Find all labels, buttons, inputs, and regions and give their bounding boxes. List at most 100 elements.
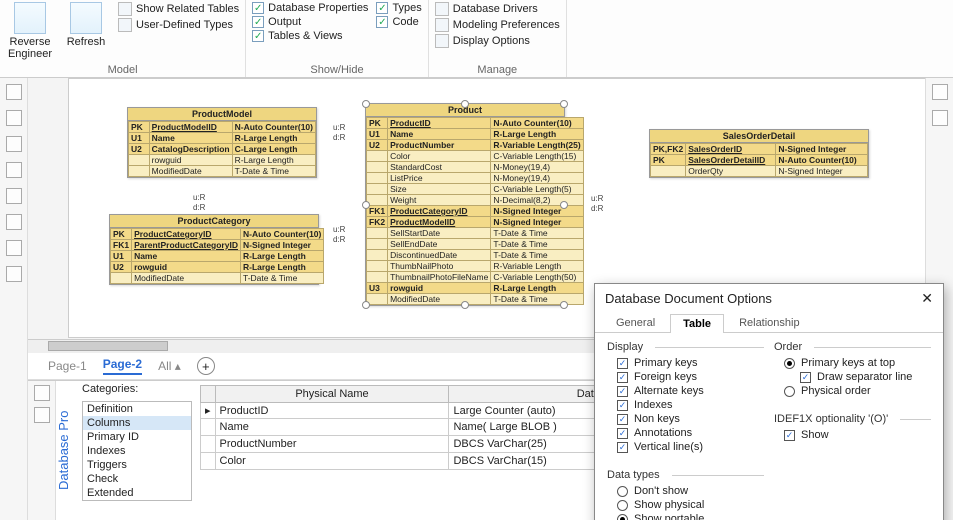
panel-pin-icon[interactable] xyxy=(34,385,50,401)
refresh-button[interactable]: Refresh xyxy=(62,2,110,60)
rail-connector-icon[interactable] xyxy=(6,162,22,178)
legend-datatypes: Data types xyxy=(607,469,764,481)
panel-close-icon[interactable] xyxy=(34,407,50,423)
category-item[interactable]: Extended xyxy=(83,486,191,500)
resize-handle[interactable] xyxy=(362,201,370,209)
check-vertical-line-s-[interactable]: Vertical line(s) xyxy=(617,441,764,453)
entity-productcategory[interactable]: ProductCategory PKProductCategoryIDN-Aut… xyxy=(109,214,319,285)
drivers-icon xyxy=(435,2,449,16)
fieldset-display: Display Primary keys Foreign keys Alternat… xyxy=(607,341,764,463)
show-related-tables-button[interactable]: Show Related Tables xyxy=(118,2,239,16)
tab-page2[interactable]: Page-2 xyxy=(103,357,142,375)
dialog-tabs: General Table Relationship xyxy=(595,313,943,333)
relation-label: d:R xyxy=(591,204,603,213)
entity-columns: PK,FK2SalesOrderIDN-Signed IntegerPKSale… xyxy=(650,143,868,177)
database-document-options-dialog: Database Document Options ✕ General Tabl… xyxy=(594,283,944,520)
check-idef-show[interactable]: Show xyxy=(784,429,931,441)
check-separator[interactable]: Draw separator line xyxy=(800,371,931,383)
check-non-keys[interactable]: Non keys xyxy=(617,413,764,425)
check-annotations[interactable]: Annotations xyxy=(617,427,764,439)
toggle-db-properties[interactable]: ✓Database Properties xyxy=(252,2,368,14)
ribbon-group-manage: Database Drivers Modeling Preferences Di… xyxy=(429,0,567,77)
relation-label: d:R xyxy=(333,235,345,244)
database-drivers-button[interactable]: Database Drivers xyxy=(435,2,560,16)
radio-dont-show[interactable]: Don't show xyxy=(617,485,764,497)
check-alternate-keys[interactable]: Alternate keys xyxy=(617,385,764,397)
tab-table[interactable]: Table xyxy=(670,314,724,333)
resize-handle[interactable] xyxy=(461,301,469,309)
ribbon-group-showhide: ✓Database Properties ✓Output ✓Tables & V… xyxy=(246,0,429,77)
add-page-button[interactable]: + xyxy=(197,357,215,375)
toggle-tables-views[interactable]: ✓Tables & Views xyxy=(252,30,368,42)
radio-show-portable[interactable]: Show portable xyxy=(617,513,764,520)
relation-label: u:R xyxy=(333,123,345,132)
resize-handle[interactable] xyxy=(560,100,568,108)
relation-label: d:R xyxy=(333,133,345,142)
toggle-types[interactable]: ✓Types xyxy=(376,2,421,14)
rail-properties-icon[interactable] xyxy=(932,110,948,126)
resize-handle[interactable] xyxy=(560,201,568,209)
radio-physical-order[interactable]: Physical order xyxy=(784,385,931,397)
entity-productmodel[interactable]: ProductModel PKProductModelIDN-Auto Coun… xyxy=(127,107,317,178)
check-foreign-keys[interactable]: Foreign keys xyxy=(617,371,764,383)
check-indexes[interactable]: Indexes xyxy=(617,399,764,411)
rail-note-icon[interactable] xyxy=(6,214,22,230)
checkbox-icon: ✓ xyxy=(376,16,388,28)
reverse-engineer-button[interactable]: Reverse Engineer xyxy=(6,2,54,60)
modeling-preferences-button[interactable]: Modeling Preferences xyxy=(435,18,560,32)
category-item[interactable]: Indexes xyxy=(83,444,191,458)
category-item[interactable]: Definition xyxy=(83,402,191,416)
legend-display: Display xyxy=(607,341,764,353)
rail-layers-icon[interactable] xyxy=(6,110,22,126)
reverse-engineer-icon xyxy=(14,2,46,34)
display-options-button[interactable]: Display Options xyxy=(435,34,560,48)
category-item[interactable]: Columns xyxy=(83,416,191,430)
radio-icon xyxy=(617,500,628,511)
category-item[interactable]: Check xyxy=(83,472,191,486)
rail-shapes-icon[interactable] xyxy=(6,84,22,100)
category-item[interactable]: Primary ID xyxy=(83,430,191,444)
entity-columns: PKProductModelIDN-Auto Counter(10)U1Name… xyxy=(128,121,316,177)
entity-salesorderdetail[interactable]: SalesOrderDetail PK,FK2SalesOrderIDN-Sig… xyxy=(649,129,869,178)
left-tool-rail xyxy=(0,78,28,520)
rail-entity-icon[interactable] xyxy=(6,136,22,152)
radio-icon xyxy=(784,358,795,369)
entity-title: ProductModel xyxy=(128,108,316,121)
related-tables-icon xyxy=(118,2,132,16)
checkbox-icon xyxy=(617,442,628,453)
rail-hand-icon[interactable] xyxy=(6,266,22,282)
tab-relationship[interactable]: Relationship xyxy=(726,313,813,332)
relation-label: u:R xyxy=(193,193,205,202)
resize-handle[interactable] xyxy=(560,301,568,309)
resize-handle[interactable] xyxy=(362,301,370,309)
checkbox-icon xyxy=(800,372,811,383)
close-button[interactable]: ✕ xyxy=(921,290,933,307)
user-types-icon xyxy=(118,18,132,32)
tab-all[interactable]: All ▴ xyxy=(158,359,181,373)
category-item[interactable]: Triggers xyxy=(83,458,191,472)
entity-columns: PKProductIDN-Auto Counter(10)U1NameR-Lar… xyxy=(366,117,584,305)
rail-expand-icon[interactable] xyxy=(932,84,948,100)
radio-pk-top[interactable]: Primary keys at top xyxy=(784,357,931,369)
scroll-thumb[interactable] xyxy=(48,341,168,351)
resize-handle[interactable] xyxy=(362,100,370,108)
radio-show-physical[interactable]: Show physical xyxy=(617,499,764,511)
rail-zoom-icon[interactable] xyxy=(6,240,22,256)
tab-general[interactable]: General xyxy=(603,313,668,332)
resize-handle[interactable] xyxy=(461,100,469,108)
entity-product[interactable]: Product PKProductIDN-Auto Counter(10)U1N… xyxy=(365,103,565,306)
relation-label: u:R xyxy=(333,225,345,234)
radio-icon xyxy=(617,514,628,520)
rail-view-icon[interactable] xyxy=(6,188,22,204)
toggle-code[interactable]: ✓Code xyxy=(376,16,421,28)
panel-title: Database Pro xyxy=(56,381,78,520)
workspace: ProductModel PKProductModelIDN-Auto Coun… xyxy=(0,78,953,520)
prefs-icon xyxy=(435,18,449,32)
tab-page1[interactable]: Page-1 xyxy=(48,359,87,373)
group-title-model: Model xyxy=(6,60,239,76)
user-defined-types-button[interactable]: User-Defined Types xyxy=(118,18,239,32)
toggle-output[interactable]: ✓Output xyxy=(252,16,368,28)
check-primary-keys[interactable]: Primary keys xyxy=(617,357,764,369)
fieldset-idef1x: IDEF1X optionality '(O)' Show xyxy=(774,413,931,451)
checkbox-icon xyxy=(617,386,628,397)
